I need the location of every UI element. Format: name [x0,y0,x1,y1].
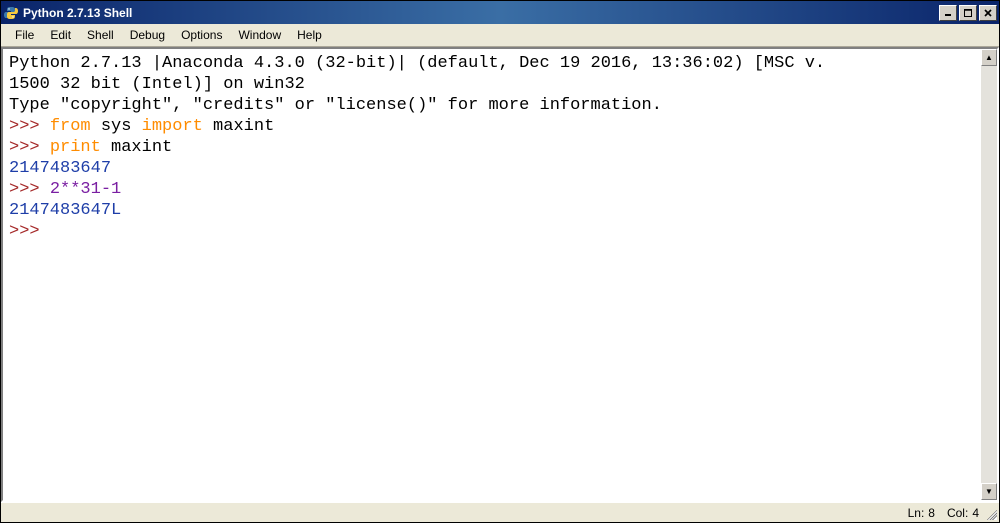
code-text: maxint [203,117,274,136]
prompt: >>> [9,117,50,136]
minimize-button[interactable] [939,5,957,21]
code-text: maxint [101,138,172,157]
menu-help[interactable]: Help [289,25,330,45]
close-button[interactable] [979,5,997,21]
window-title: Python 2.7.13 Shell [23,6,939,20]
keyword-import: import [142,117,203,136]
prompt: >>> [9,138,50,157]
maximize-button[interactable] [959,5,977,21]
keyword-print: print [50,138,101,157]
status-bar: Ln: 8 Col: 4 [1,502,999,522]
menu-debug[interactable]: Debug [122,25,173,45]
prompt: >>> [9,222,50,241]
menu-edit[interactable]: Edit [42,25,79,45]
menu-bar: File Edit Shell Debug Options Window Hel… [1,24,999,47]
output-value: 2147483647 [9,159,111,178]
title-bar: Python 2.7.13 Shell [1,1,999,24]
window-controls [939,5,997,21]
status-col-value: 4 [972,506,979,520]
shell-output[interactable]: Python 2.7.13 |Anaconda 4.3.0 (32-bit)| … [3,49,980,500]
code-expr: 2**31-1 [50,180,121,199]
resize-grip-icon[interactable] [984,507,997,520]
menu-file[interactable]: File [7,25,42,45]
code-text: sys [91,117,142,136]
banner-line: 1500 32 bit (Intel)] on win32 [9,75,305,94]
vertical-scrollbar[interactable]: ▲ ▼ [980,49,997,500]
scroll-track[interactable] [981,66,997,483]
editor-area: Python 2.7.13 |Anaconda 4.3.0 (32-bit)| … [1,47,999,502]
banner-line: Python 2.7.13 |Anaconda 4.3.0 (32-bit)| … [9,54,825,73]
menu-shell[interactable]: Shell [79,25,122,45]
menu-window[interactable]: Window [230,25,289,45]
status-line-label: Ln: [908,506,925,520]
python-icon [3,5,19,21]
scroll-up-button[interactable]: ▲ [981,49,997,66]
status-line-value: 8 [928,506,935,520]
keyword-from: from [50,117,91,136]
prompt: >>> [9,180,50,199]
menu-options[interactable]: Options [173,25,230,45]
status-col-label: Col: [947,506,968,520]
banner-line: Type "copyright", "credits" or "license(… [9,96,662,115]
output-value: 2147483647L [9,201,121,220]
scroll-down-button[interactable]: ▼ [981,483,997,500]
